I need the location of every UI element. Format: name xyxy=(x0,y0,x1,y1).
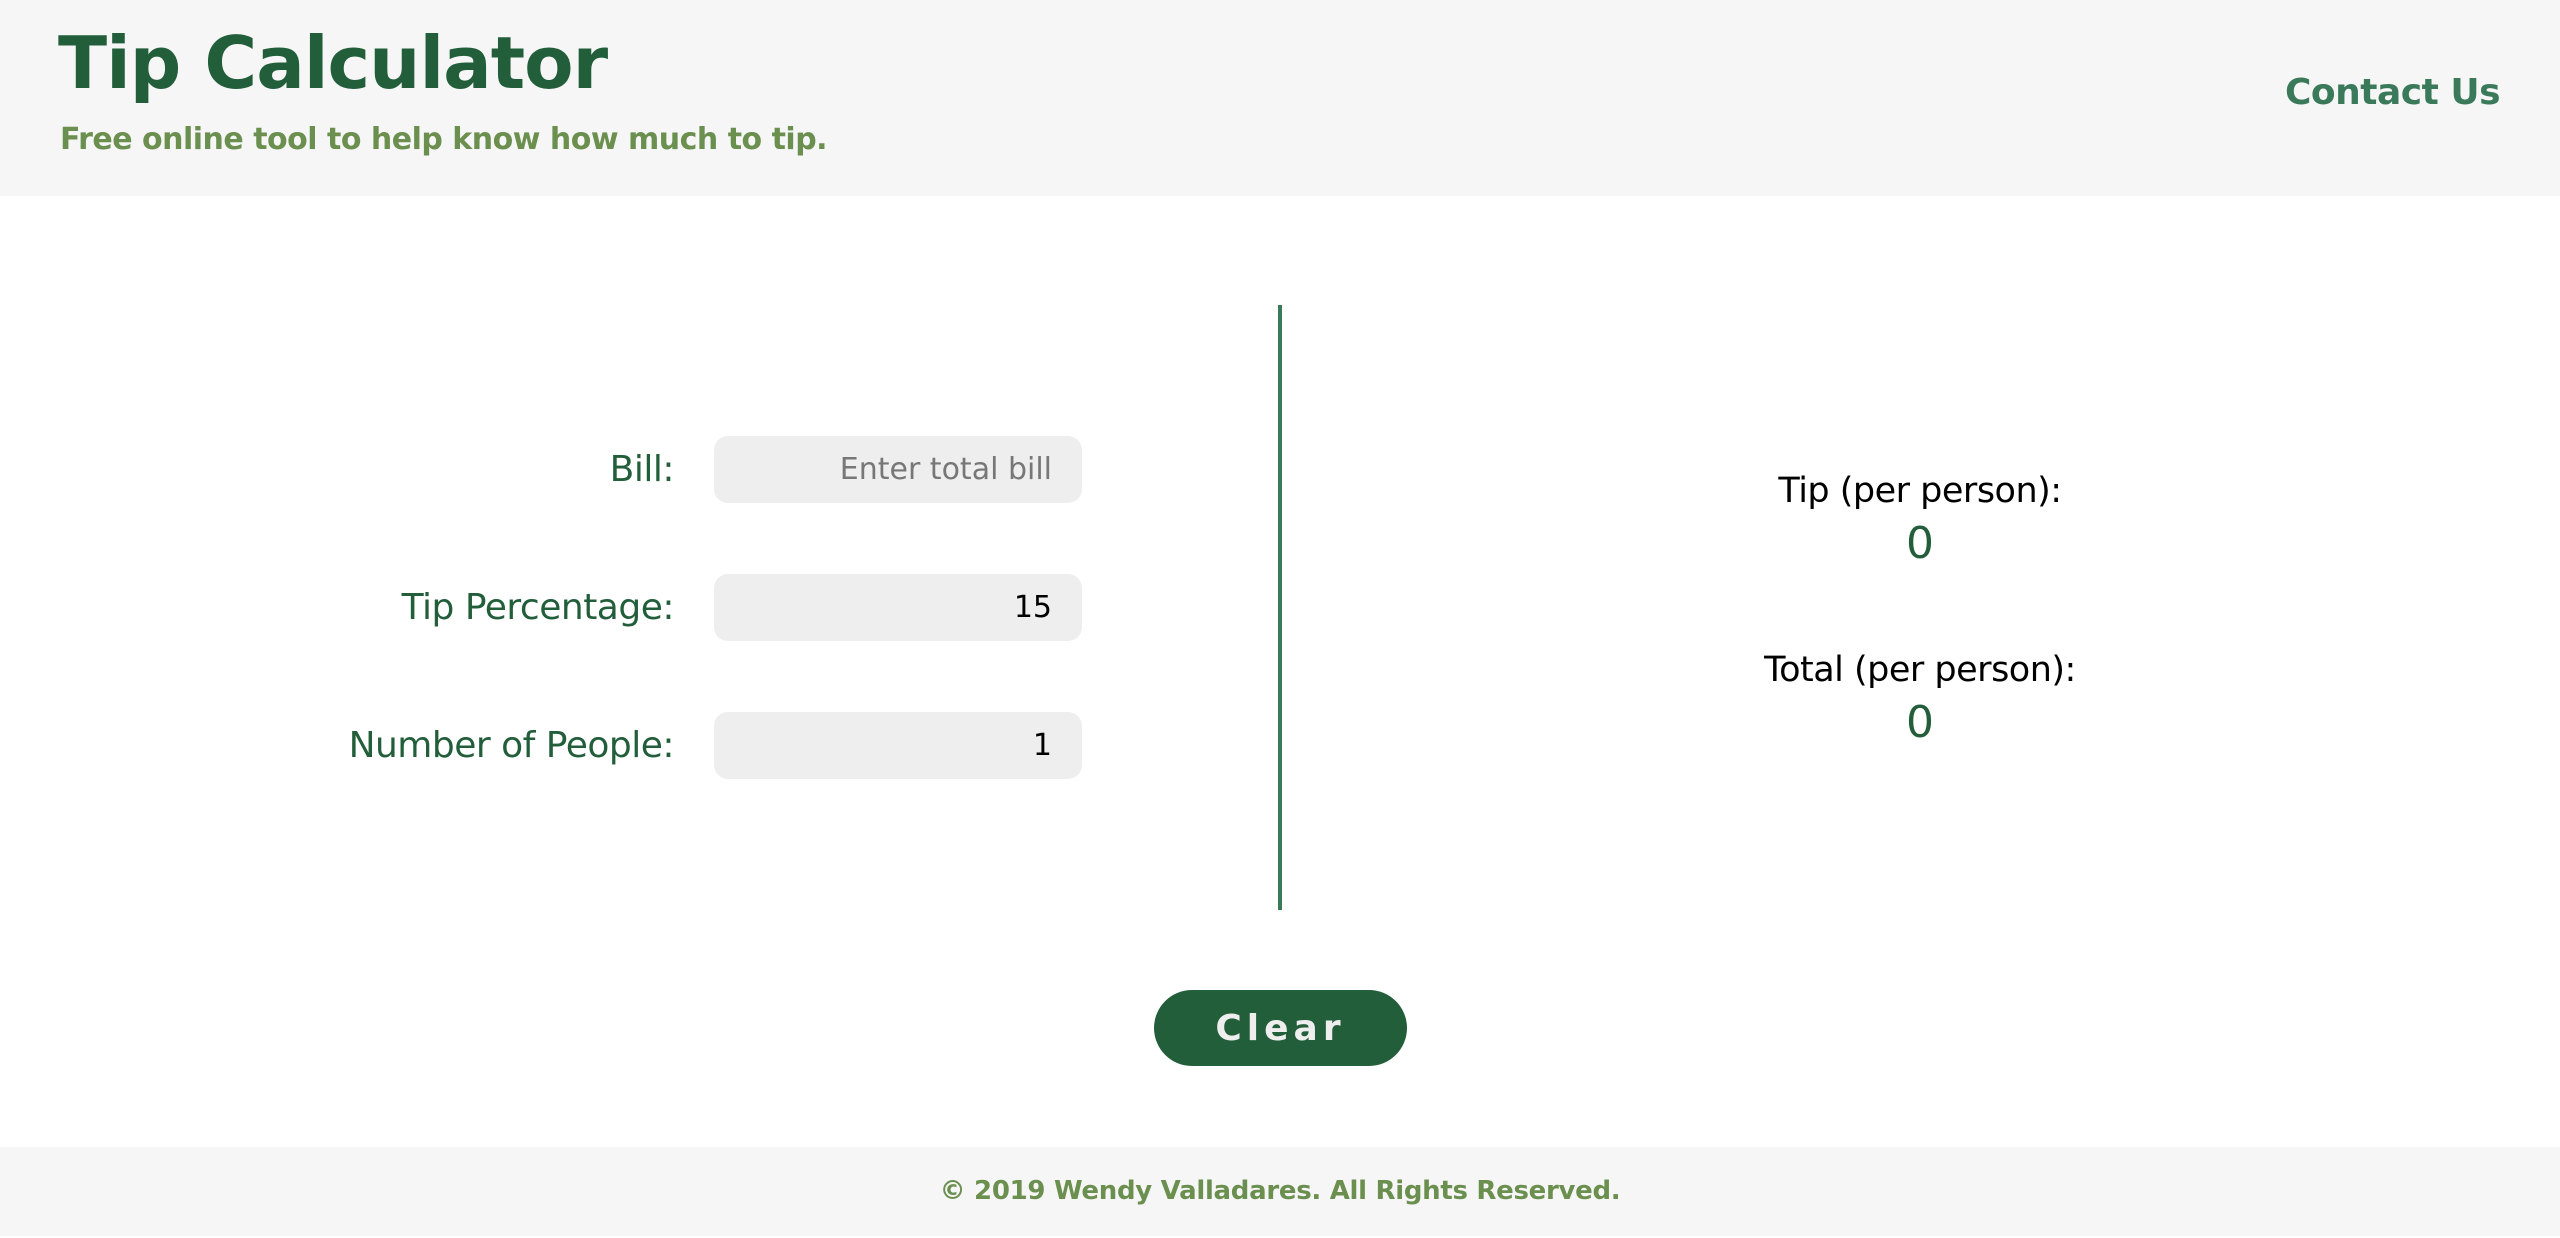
num-people-input[interactable] xyxy=(714,712,1082,779)
tip-result-label: Tip (per person): xyxy=(1778,471,2062,511)
total-result-value: 0 xyxy=(1906,697,1934,748)
contact-us-link[interactable]: Contact Us xyxy=(2285,72,2501,113)
bill-row: Bill: xyxy=(0,436,1082,503)
tip-percentage-label: Tip Percentage: xyxy=(401,587,675,628)
tip-result-value: 0 xyxy=(1906,518,1934,569)
total-result-label: Total (per person): xyxy=(1764,650,2076,690)
bill-label: Bill: xyxy=(609,449,675,490)
tip-result: Tip (per person): 0 xyxy=(1620,466,2220,572)
tip-percentage-row: Tip Percentage: xyxy=(0,574,1082,641)
page-title: Tip Calculator xyxy=(58,21,608,105)
total-result: Total (per person): 0 xyxy=(1620,645,2220,751)
vertical-divider xyxy=(1278,305,1282,910)
page-header: Tip Calculator Free online tool to help … xyxy=(0,0,2560,196)
clear-button[interactable]: Clear xyxy=(1154,990,1407,1066)
page-subtitle: Free online tool to help know how much t… xyxy=(60,122,828,157)
copyright-text: © 2019 Wendy Valladares. All Rights Rese… xyxy=(939,1176,1621,1206)
num-people-row: Number of People: xyxy=(0,712,1082,779)
tip-percentage-input[interactable] xyxy=(714,574,1082,641)
page-footer: © 2019 Wendy Valladares. All Rights Rese… xyxy=(0,1147,2560,1236)
num-people-label: Number of People: xyxy=(348,725,675,766)
bill-input[interactable] xyxy=(714,436,1082,503)
